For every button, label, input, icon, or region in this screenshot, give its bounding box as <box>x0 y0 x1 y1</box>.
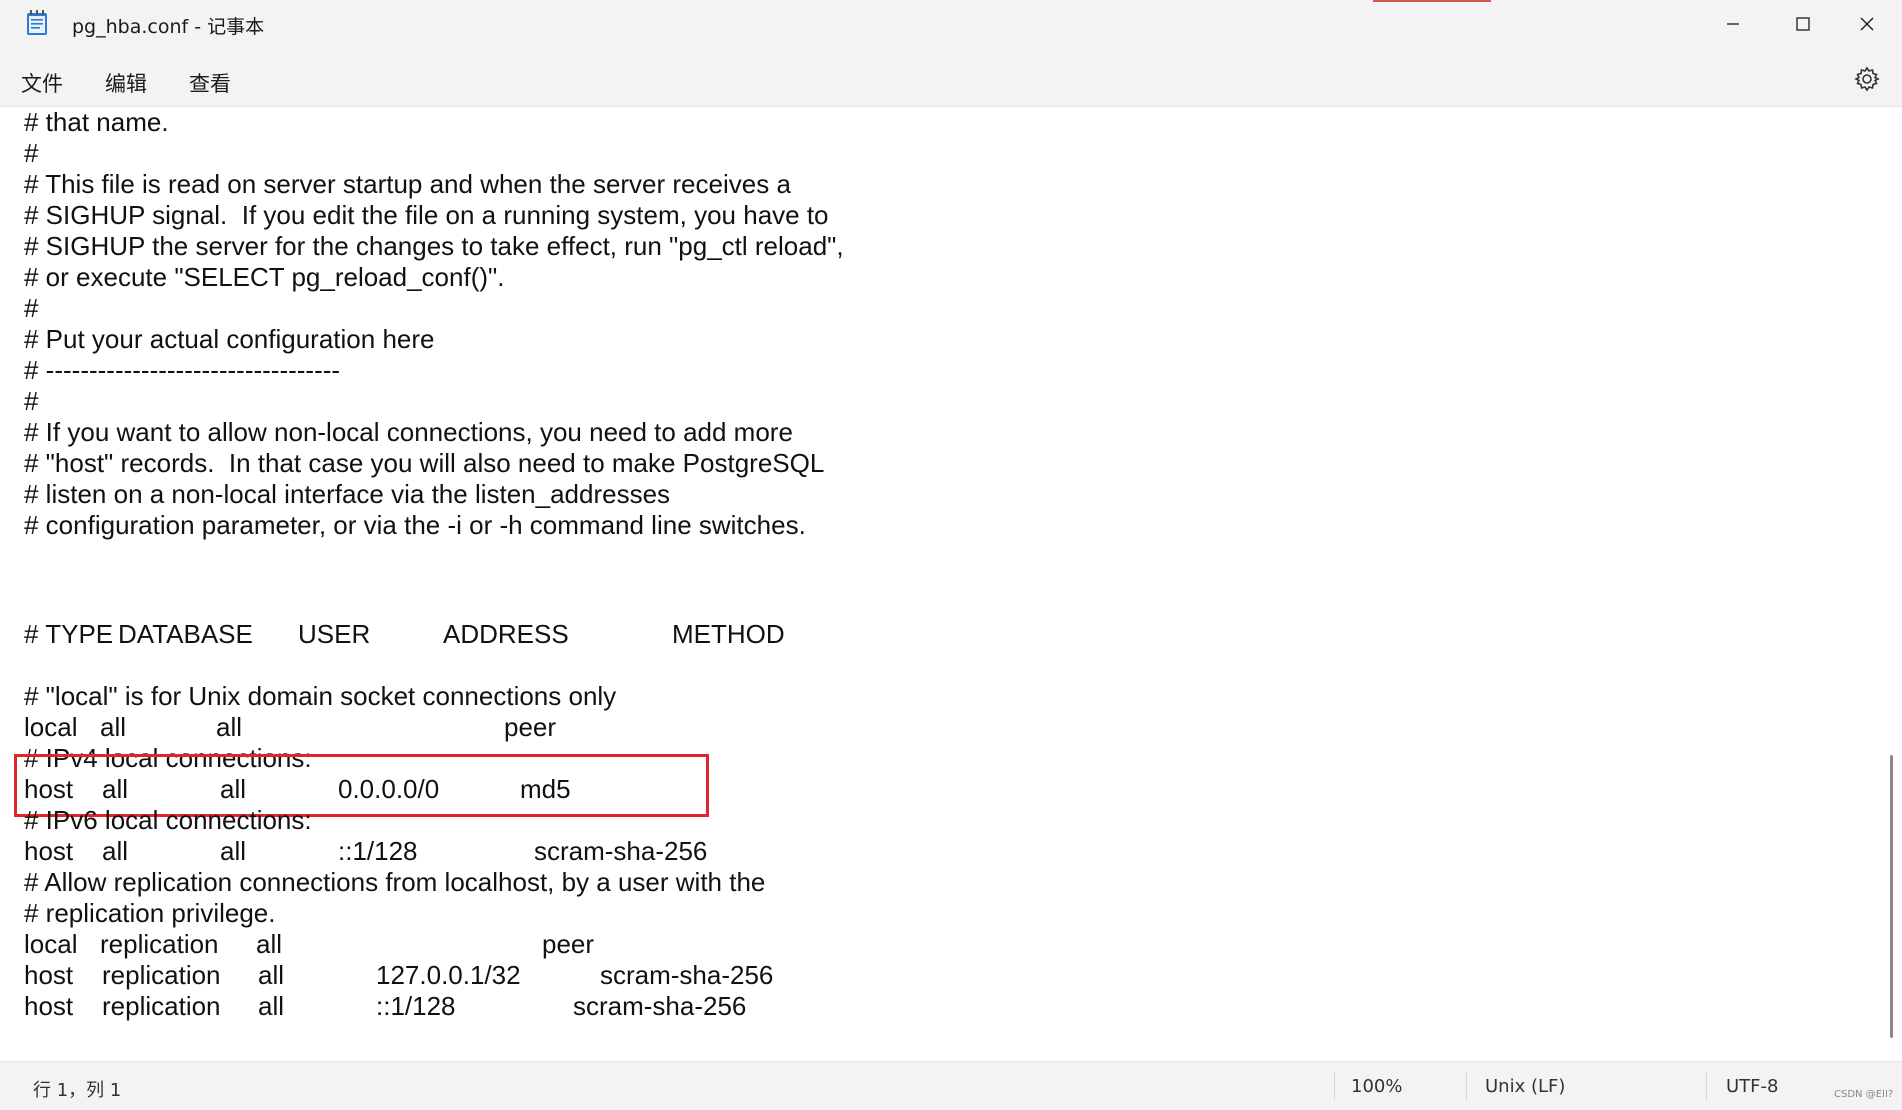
text-line: # ---------------------------------- <box>24 355 341 385</box>
maximize-button[interactable] <box>1768 0 1838 48</box>
title-accent-line <box>1373 0 1491 2</box>
local-comment: # "local" is for Unix domain socket conn… <box>24 681 617 711</box>
row-method: scram-sha-256 <box>600 960 774 990</box>
text-line: # listen on a non-local interface via th… <box>24 479 671 509</box>
status-bar: 行 1，列 1 100% Unix (LF) UTF-8 <box>0 1061 1902 1110</box>
notepad-icon <box>27 10 47 35</box>
text-line: # SIGHUP signal. If you edit the file on… <box>24 200 829 230</box>
minimize-button[interactable] <box>1698 0 1768 48</box>
cursor-position: 行 1，列 1 <box>33 1080 122 1101</box>
row-address: ::1/128 <box>338 836 418 866</box>
row-method: peer <box>542 929 595 959</box>
line-ending: Unix (LF) <box>1485 1076 1566 1097</box>
header-method: METHOD <box>672 619 785 649</box>
row-type: host <box>24 960 74 990</box>
close-icon <box>1860 17 1874 31</box>
text-line: # that name. <box>24 107 169 137</box>
status-divider <box>1706 1072 1707 1100</box>
maximize-icon <box>1796 17 1810 31</box>
row-user: all <box>216 712 243 742</box>
config-row: host all all ::1/128 scram-sha-256 <box>0 836 900 867</box>
row-method: scram-sha-256 <box>534 836 708 866</box>
encoding: UTF-8 <box>1726 1076 1779 1097</box>
text-line: # Put your actual configuration here <box>24 324 435 354</box>
row-database: replication <box>102 991 221 1021</box>
row-type: host <box>24 836 74 866</box>
row-method: peer <box>504 712 557 742</box>
row-type: local <box>24 712 78 742</box>
row-type: host <box>24 991 74 1021</box>
config-row: local all all peer <box>0 712 900 743</box>
row-type: local <box>24 929 78 959</box>
text-line: # If you want to allow non-local connect… <box>24 417 793 447</box>
text-editor[interactable]: # that name. # # This file is read on se… <box>0 106 1902 1062</box>
text-line: # configuration parameter, or via the -i… <box>24 510 806 540</box>
row-address: ::1/128 <box>376 991 456 1021</box>
row-database: all <box>102 836 129 866</box>
status-divider <box>1466 1072 1467 1100</box>
menu-edit[interactable]: 编辑 <box>101 66 151 100</box>
text-line: # SIGHUP the server for the changes to t… <box>24 231 844 261</box>
column-header-line: # TYPE DATABASE USER ADDRESS METHOD <box>0 619 900 650</box>
minimize-icon <box>1727 23 1739 25</box>
row-user: all <box>220 836 247 866</box>
replication-comment: # replication privilege. <box>24 898 276 928</box>
zoom-level: 100% <box>1351 1076 1403 1097</box>
config-row: host replication all 127.0.0.1/32 scram-… <box>0 960 900 991</box>
header-address: ADDRESS <box>443 619 569 649</box>
config-row: local replication all peer <box>0 929 900 960</box>
close-button[interactable] <box>1832 0 1902 48</box>
row-user: all <box>256 929 283 959</box>
row-method: scram-sha-256 <box>573 991 747 1021</box>
window-title: pg_hba.conf - 记事本 <box>72 16 265 38</box>
row-database: replication <box>100 929 219 959</box>
row-user: all <box>258 960 285 990</box>
header-user: USER <box>298 619 371 649</box>
menu-file[interactable]: 文件 <box>17 66 67 100</box>
gear-icon[interactable] <box>1852 64 1882 94</box>
text-line: # <box>24 293 39 323</box>
menu-bar: 文件 编辑 查看 <box>0 48 1902 106</box>
row-database: all <box>100 712 127 742</box>
text-line: # <box>24 386 39 416</box>
row-user: all <box>258 991 285 1021</box>
ipv6-comment: # IPv6 local connections: <box>24 805 312 835</box>
vertical-scrollbar-thumb[interactable] <box>1890 755 1893 1038</box>
header-database: DATABASE <box>118 619 253 649</box>
text-line: # "host" records. In that case you will … <box>24 448 825 478</box>
menu-view[interactable]: 查看 <box>185 66 235 100</box>
text-line: # This file is read on server startup an… <box>24 169 791 199</box>
title-bar: pg_hba.conf - 记事本 <box>0 0 1902 48</box>
row-database: replication <box>102 960 221 990</box>
watermark: CSDN @EII? <box>1834 1089 1894 1100</box>
replication-comment: # Allow replication connections from loc… <box>24 867 766 897</box>
config-row: host replication all ::1/128 scram-sha-2… <box>0 991 900 1022</box>
header-type: # TYPE <box>24 619 114 649</box>
row-address: 127.0.0.1/32 <box>376 960 521 990</box>
status-divider <box>1334 1072 1335 1100</box>
text-line: # <box>24 138 39 168</box>
text-line: # or execute "SELECT pg_reload_conf()". <box>24 262 505 292</box>
